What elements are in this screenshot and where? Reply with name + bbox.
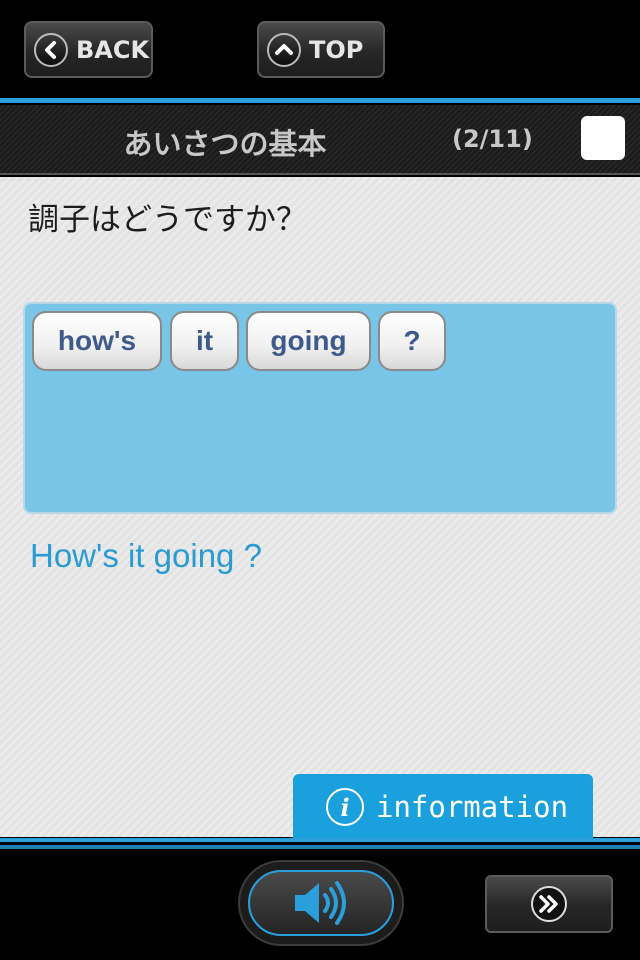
title-bar: あいさつの基本 (2/11)	[0, 105, 640, 175]
back-label: BACK	[76, 35, 150, 64]
information-button[interactable]: i information	[293, 774, 593, 840]
divider	[0, 98, 640, 103]
back-button[interactable]: BACK	[24, 21, 153, 78]
top-button[interactable]: TOP	[257, 21, 385, 78]
information-label: information	[376, 790, 569, 824]
double-chevron-right-icon	[531, 886, 567, 922]
word-tile[interactable]: going	[246, 311, 371, 371]
word-tile[interactable]: how's	[32, 311, 162, 371]
speaker-icon	[295, 881, 346, 925]
lesson-title: あいさつの基本	[123, 127, 327, 161]
question-text: 調子はどうですか？	[28, 202, 307, 238]
progress-counter: (2/11)	[452, 125, 533, 153]
bookmark-checkbox[interactable]	[581, 116, 625, 160]
chevron-up-icon	[267, 32, 301, 67]
divider	[0, 838, 640, 842]
top-nav-bar: BACK TOP	[0, 0, 640, 98]
play-audio-button[interactable]	[238, 860, 404, 946]
translation-text: How's it going ?	[30, 537, 262, 574]
info-icon: i	[326, 788, 364, 826]
top-label: TOP	[309, 35, 364, 64]
chevron-left-icon	[34, 32, 68, 67]
word-tile[interactable]: it	[170, 311, 239, 371]
answer-area[interactable]: how's it going ?	[23, 302, 617, 514]
word-tile[interactable]: ?	[378, 311, 446, 371]
next-button[interactable]	[485, 875, 613, 933]
lesson-content: 調子はどうですか？ how's it going ? How's it goin…	[0, 177, 640, 837]
